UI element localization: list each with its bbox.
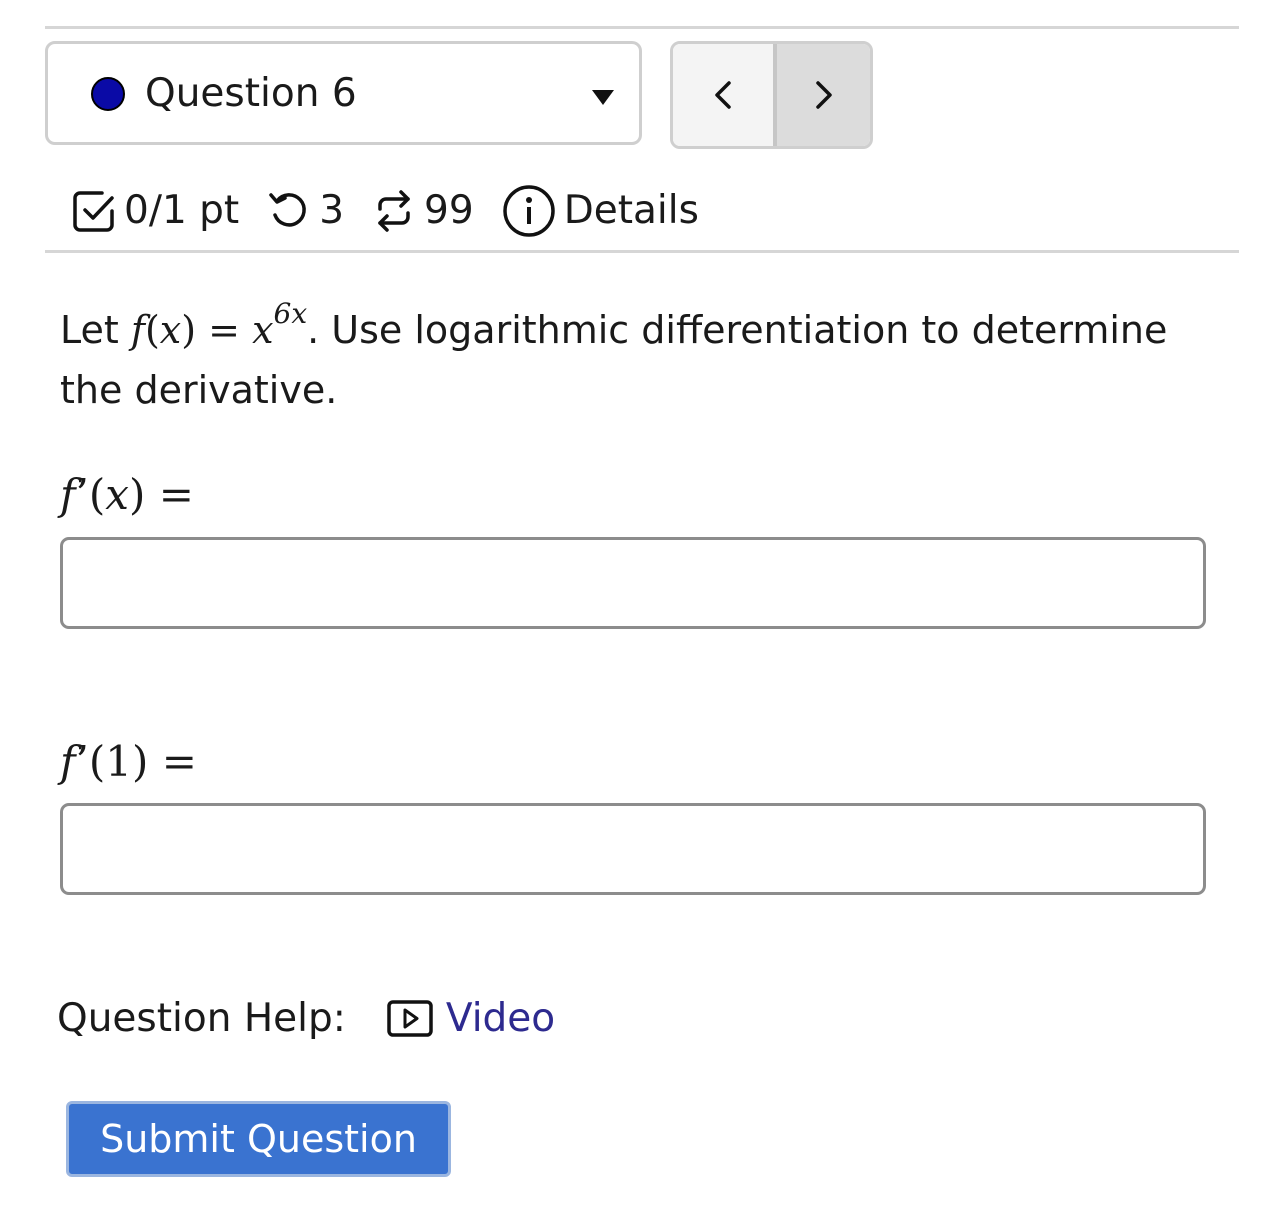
derivative-at-one-input[interactable] — [60, 803, 1206, 895]
chevron-left-icon — [715, 81, 731, 109]
question-selector-label: Question 6 — [145, 71, 357, 116]
power-exponent: 6x — [273, 297, 308, 330]
equals-sign: = — [208, 308, 240, 352]
previous-question-button[interactable] — [673, 44, 773, 146]
next-question-button[interactable] — [773, 44, 870, 146]
retries-count: 3 — [319, 188, 345, 233]
checkbox-score-icon — [73, 191, 114, 232]
power-base: x — [252, 308, 274, 352]
top-divider — [45, 26, 1239, 29]
function-name: f — [130, 308, 145, 352]
meta-divider — [45, 250, 1239, 253]
question-meta-bar: 0/1 pt 3 99 Details — [72, 178, 699, 244]
caret-down-icon — [592, 90, 614, 105]
derivative-answer-input[interactable] — [60, 537, 1206, 629]
submit-question-button[interactable]: Submit Question — [66, 1101, 451, 1177]
video-play-icon — [387, 1000, 433, 1037]
question-help: Question Help: Video — [57, 994, 555, 1044]
function-arg: x — [159, 308, 182, 352]
answer-label-f1: f’(1) = — [60, 737, 197, 786]
question-text: Let f(x) = x6x. Use logarithmic differen… — [60, 297, 1168, 413]
info-icon — [502, 185, 555, 237]
question-nav-group — [670, 41, 873, 149]
details-label: Details — [563, 188, 699, 233]
score-text: 0/1 pt — [124, 188, 240, 233]
submissions-repeat-icon — [378, 190, 410, 232]
question-selector[interactable]: Question 6 — [45, 41, 642, 145]
chevron-right-icon — [815, 81, 832, 109]
question-status-dot — [91, 77, 125, 111]
video-help-link[interactable]: Video — [386, 994, 555, 1044]
question-intro: Let — [60, 308, 131, 352]
answer-label-fx: f’(x) = — [60, 470, 194, 519]
retry-icon — [269, 193, 307, 227]
submissions-count: 99 — [424, 188, 474, 233]
video-link-label: Video — [445, 996, 556, 1041]
question-help-label: Question Help: — [57, 996, 346, 1041]
details-toggle[interactable]: Details — [502, 184, 699, 238]
